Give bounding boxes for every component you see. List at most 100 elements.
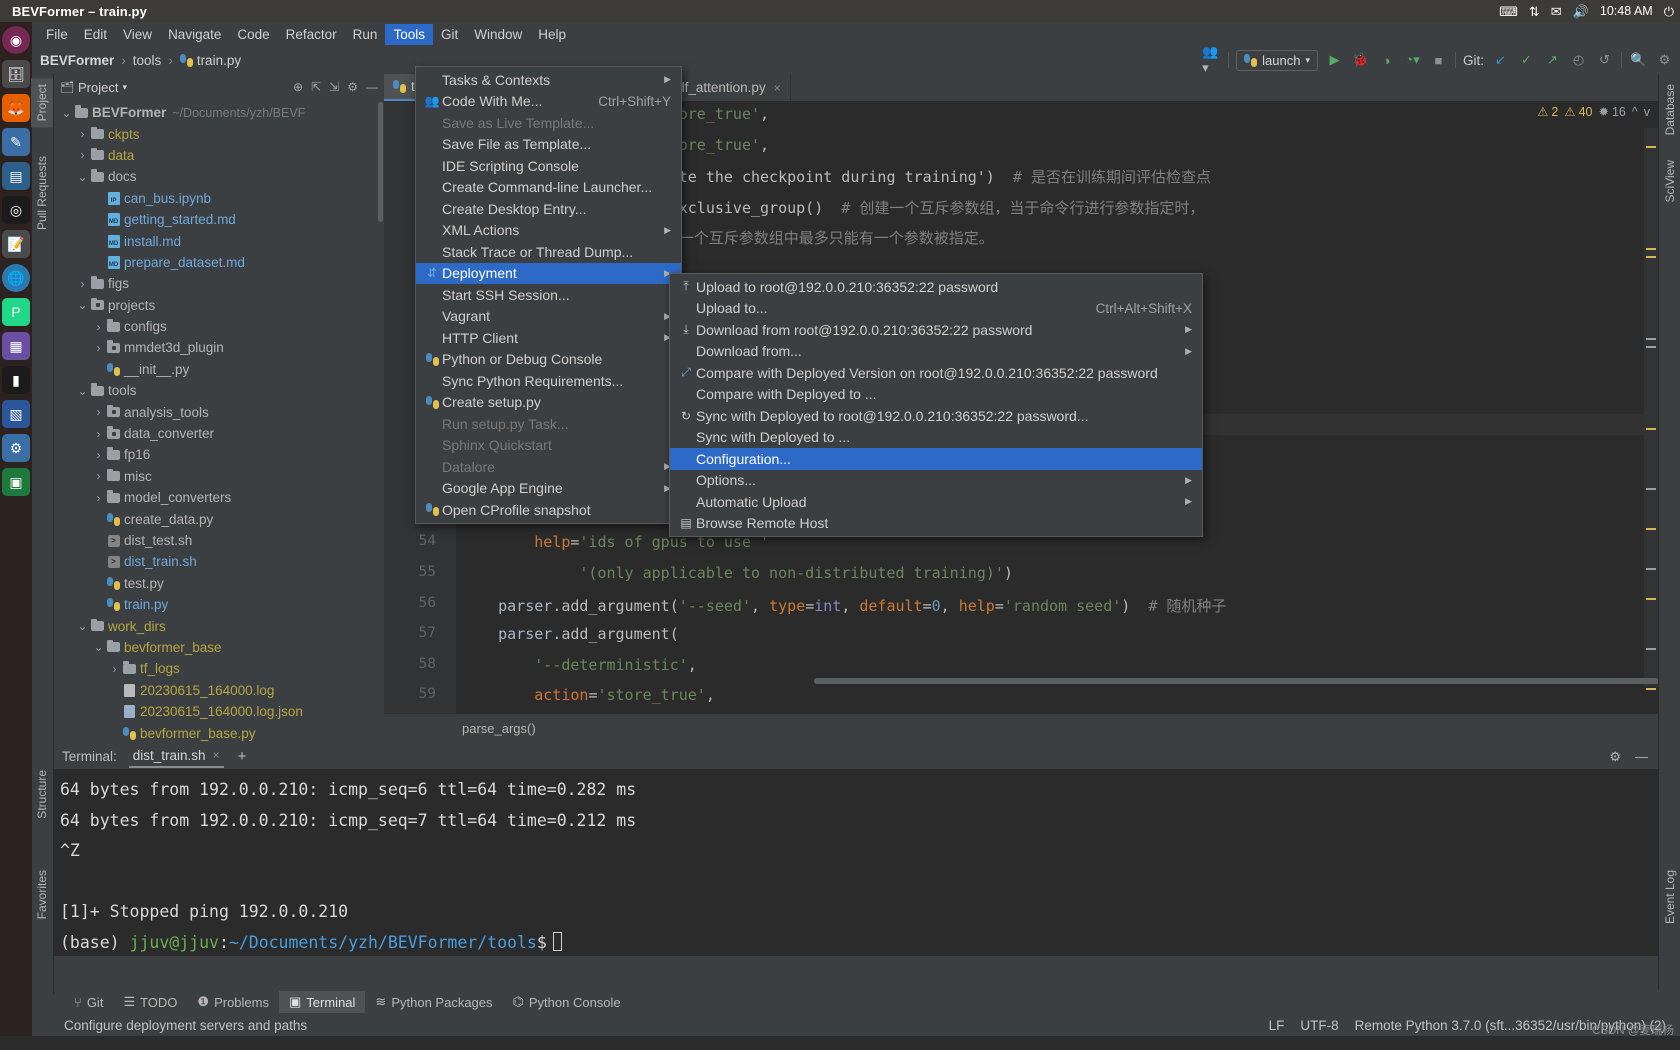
- gear-icon[interactable]: ⚙: [1609, 749, 1621, 765]
- tools-menu-item-vagrant[interactable]: Vagrant ▶: [416, 306, 681, 328]
- dock-editor-icon[interactable]: ✎: [2, 128, 30, 156]
- tools-menu-item-xml-actions[interactable]: XML Actions ▶: [416, 220, 681, 242]
- menu-run[interactable]: Run: [345, 24, 386, 45]
- menu-edit[interactable]: Edit: [76, 24, 115, 45]
- project-panel-title-group[interactable]: 🗂 Project ▾: [60, 80, 127, 95]
- tab-python-console[interactable]: ⌬ Python Console: [503, 991, 631, 1013]
- tree-item-model-converters[interactable]: › model_converters: [54, 487, 384, 508]
- deployment-menu-item-download-from-root-192-0-0-210-36352-22-password[interactable]: ⤓ Download from root@192.0.0.210:36352:22…: [670, 319, 1202, 341]
- menu-code[interactable]: Code: [229, 24, 277, 45]
- tools-menu-item-code-with-me[interactable]: 👥 Code With Me... Ctrl+Shift+Y: [416, 91, 681, 113]
- deployment-menu-item-options[interactable]: Options... ▶: [670, 470, 1202, 492]
- deployment-menu-item-sync-with-deployed-to-root-192-0-0-210-36352-22-password[interactable]: ↻ Sync with Deployed to root@192.0.0.210:…: [670, 405, 1202, 427]
- profile-icon[interactable]: ◔▾: [1403, 51, 1422, 70]
- run-coverage-icon[interactable]: ◑: [1377, 51, 1396, 70]
- deployment-menu-item-browse-remote-host[interactable]: ▤ Browse Remote Host: [670, 513, 1202, 535]
- tools-menu-item-google-app-engine[interactable]: Google App Engine ▶: [416, 478, 681, 500]
- hide-icon[interactable]: —: [366, 80, 378, 94]
- network-icon[interactable]: ⇅: [1529, 5, 1540, 18]
- git-commit-icon[interactable]: ✓: [1517, 51, 1536, 70]
- tab-git[interactable]: ⑂ Git: [64, 992, 113, 1013]
- deployment-menu-item-upload-to-root-192-0-0-210-36352-22-password[interactable]: ⤒ Upload to root@192.0.0.210:36352:22 pas…: [670, 276, 1202, 298]
- search-icon[interactable]: 🔍: [1629, 51, 1648, 70]
- tree-item-fp16[interactable]: › fp16: [54, 444, 384, 465]
- sidebar-item-project[interactable]: Project: [31, 78, 53, 128]
- breadcrumb-project[interactable]: BEVFormer: [40, 53, 114, 68]
- dock-terminal-icon[interactable]: ▮: [2, 366, 30, 394]
- menu-navigate[interactable]: Navigate: [160, 24, 229, 45]
- tools-menu-item-http-client[interactable]: HTTP Client ▶: [416, 327, 681, 349]
- deployment-menu-item-automatic-upload[interactable]: Automatic Upload ▶: [670, 491, 1202, 513]
- tools-menu-item-deployment[interactable]: ⇵ Deployment ▶: [416, 262, 681, 284]
- editor-breadcrumb-function[interactable]: parse_args(): [462, 721, 536, 736]
- breadcrumb-file[interactable]: train.py: [197, 53, 241, 68]
- new-terminal-tab-button[interactable]: +: [238, 748, 247, 765]
- tree-item-projects[interactable]: ⌄ projects: [54, 295, 384, 316]
- tools-menu-item-save-file-as-template[interactable]: Save File as Template...: [416, 134, 681, 156]
- tree-item-bevformer[interactable]: ⌄ BEVFormer ~/Documents/yzh/BEVF: [54, 102, 384, 123]
- debug-icon[interactable]: 🐞: [1351, 51, 1370, 70]
- terminal-tab-dist-train[interactable]: dist_train.sh ×: [128, 746, 224, 768]
- dock-notes-icon[interactable]: 📝: [2, 230, 30, 258]
- tree-item-train-py[interactable]: train.py: [54, 594, 384, 615]
- warning-count[interactable]: ⚠ 40: [1564, 104, 1592, 120]
- tree-item-test-py[interactable]: test.py: [54, 573, 384, 594]
- tools-menu-item-python-or-debug-console[interactable]: Python or Debug Console: [416, 349, 681, 371]
- deployment-submenu[interactable]: ⤒ Upload to root@192.0.0.210:36352:22 pas…: [669, 273, 1203, 537]
- tools-menu-item-tasks-contexts[interactable]: Tasks & Contexts ▶: [416, 69, 681, 91]
- sidebar-item-event-log[interactable]: Event Log: [1659, 864, 1680, 930]
- code-line[interactable]: '--deterministic',: [462, 656, 697, 674]
- dock-calc-icon[interactable]: ▦: [2, 332, 30, 360]
- terminal-output[interactable]: 64 bytes from 192.0.0.210: icmp_seq=6 tt…: [54, 769, 1658, 956]
- line-separator-indicator[interactable]: LF: [1269, 1018, 1285, 1033]
- tab-problems[interactable]: ❶ Problems: [187, 991, 279, 1013]
- git-update-icon[interactable]: ↙: [1491, 51, 1510, 70]
- tools-menu-item-stack-trace-or-thread-dump[interactable]: Stack Trace or Thread Dump...: [416, 241, 681, 263]
- deployment-menu-item-download-from[interactable]: Download from... ▶: [670, 341, 1202, 363]
- tools-menu-item-create-desktop-entry[interactable]: Create Desktop Entry...: [416, 198, 681, 220]
- clock[interactable]: 10:48 AM: [1600, 4, 1653, 18]
- tree-item-docs[interactable]: ⌄ docs: [54, 166, 384, 187]
- tree-item-figs[interactable]: › figs: [54, 273, 384, 294]
- expand-all-icon[interactable]: ⇱: [311, 80, 321, 94]
- tree-item-tf-logs[interactable]: › tf_logs: [54, 658, 384, 679]
- error-count[interactable]: ⚠ 2: [1537, 104, 1558, 120]
- chevron-up-icon[interactable]: ^: [1632, 105, 1638, 119]
- tree-item-bevformer-base[interactable]: ⌄ bevformer_base: [54, 637, 384, 658]
- editor-horizontal-scrollbar[interactable]: [814, 678, 1658, 684]
- menu-git[interactable]: Git: [433, 24, 466, 45]
- encoding-indicator[interactable]: UTF-8: [1300, 1018, 1338, 1033]
- dock-vscode-icon[interactable]: ▧: [2, 400, 30, 428]
- menu-view[interactable]: View: [115, 24, 160, 45]
- tools-menu-item-open-cprofile-snapshot[interactable]: Open CProfile snapshot: [416, 499, 681, 521]
- deployment-menu-item-configuration[interactable]: Configuration...: [670, 448, 1202, 470]
- git-history-icon[interactable]: ◴: [1569, 51, 1588, 70]
- project-file-tree[interactable]: ⌄ BEVFormer ~/Documents/yzh/BEVF › ckpts › dat…: [54, 100, 384, 742]
- deployment-menu-item-compare-with-deployed-version-on-root-192-0-0-210-36352-22-password[interactable]: ⤢ Compare with Deployed Version on root@1…: [670, 362, 1202, 384]
- menu-window[interactable]: Window: [466, 24, 530, 45]
- tree-item-getting-started-md[interactable]: MD getting_started.md: [54, 209, 384, 230]
- dock-firefox-icon[interactable]: 🦊: [2, 94, 30, 122]
- inspection-widget[interactable]: ⚠ 2 ⚠ 40 ✹ 16 ^ v: [1537, 104, 1650, 120]
- error-marker-strip[interactable]: [1644, 128, 1658, 690]
- tree-item-dist-test-sh[interactable]: > dist_test.sh: [54, 530, 384, 551]
- dock-ubuntu-icon[interactable]: ◉: [2, 26, 30, 54]
- menu-file[interactable]: File: [38, 24, 76, 45]
- tools-dropdown-menu[interactable]: Tasks & Contexts ▶ 👥 Code With Me... Ctrl+Sh…: [415, 66, 682, 524]
- tab-terminal[interactable]: ▣ Terminal: [279, 991, 366, 1013]
- tree-item-20230615-164000-log[interactable]: 20230615_164000.log: [54, 680, 384, 701]
- tree-item-configs[interactable]: › configs: [54, 316, 384, 337]
- dock-pycharm-icon[interactable]: P: [2, 298, 30, 326]
- tree-item-misc[interactable]: › misc: [54, 466, 384, 487]
- collapse-all-icon[interactable]: ⇲: [329, 80, 339, 94]
- run-configuration-selector[interactable]: launch ▾: [1236, 49, 1318, 71]
- sidebar-item-sciview[interactable]: SciView: [1659, 154, 1680, 208]
- chevron-down-icon[interactable]: v: [1644, 105, 1650, 119]
- tree-item-prepare-dataset-md[interactable]: MD prepare_dataset.md: [54, 252, 384, 273]
- menu-help[interactable]: Help: [530, 24, 574, 45]
- tree-item-20230615-164000-log-json[interactable]: 20230615_164000.log.json: [54, 701, 384, 722]
- gear-icon[interactable]: ⚙: [1655, 51, 1674, 70]
- menu-refactor[interactable]: Refactor: [278, 24, 345, 45]
- git-rollback-icon[interactable]: ↺: [1595, 51, 1614, 70]
- tab-python-packages[interactable]: ≋ Python Packages: [365, 991, 502, 1013]
